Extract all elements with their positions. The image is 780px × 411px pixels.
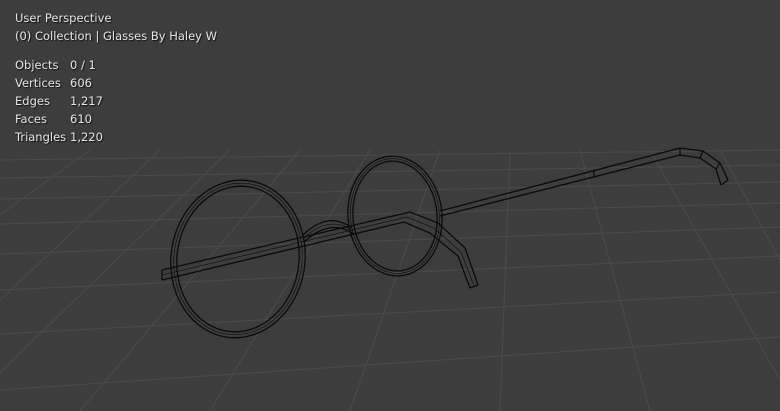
- stat-label: Objects: [15, 58, 59, 72]
- collection-info-label: (0) Collection | Glasses By Haley W: [15, 29, 218, 43]
- stat-value: 1,217: [70, 94, 103, 108]
- stat-value: 610: [70, 112, 92, 126]
- stat-value: 0 / 1: [70, 58, 96, 72]
- stat-label: Triangles: [15, 130, 67, 144]
- view-perspective-label: User Perspective: [15, 11, 112, 25]
- stat-row-faces: Faces 610: [15, 110, 103, 128]
- stat-row-triangles: Triangles 1,220: [15, 128, 103, 146]
- 3d-viewport[interactable]: User Perspective (0) Collection | Glasse…: [0, 0, 780, 411]
- glasses-wireframe-model[interactable]: [0, 0, 780, 411]
- stat-value: 606: [70, 76, 92, 90]
- stat-row-edges: Edges 1,217: [15, 92, 103, 110]
- stat-row-vertices: Vertices 606: [15, 74, 103, 92]
- stat-row-objects: Objects 0 / 1: [15, 56, 103, 74]
- stat-label: Vertices: [15, 76, 61, 90]
- stat-label: Edges: [15, 94, 50, 108]
- stat-label: Faces: [15, 112, 47, 126]
- scene-statistics: Objects 0 / 1 Vertices 606 Edges 1,217 F…: [15, 56, 103, 146]
- stat-value: 1,220: [70, 130, 103, 144]
- viewport-header: User Perspective (0) Collection | Glasse…: [15, 9, 217, 45]
